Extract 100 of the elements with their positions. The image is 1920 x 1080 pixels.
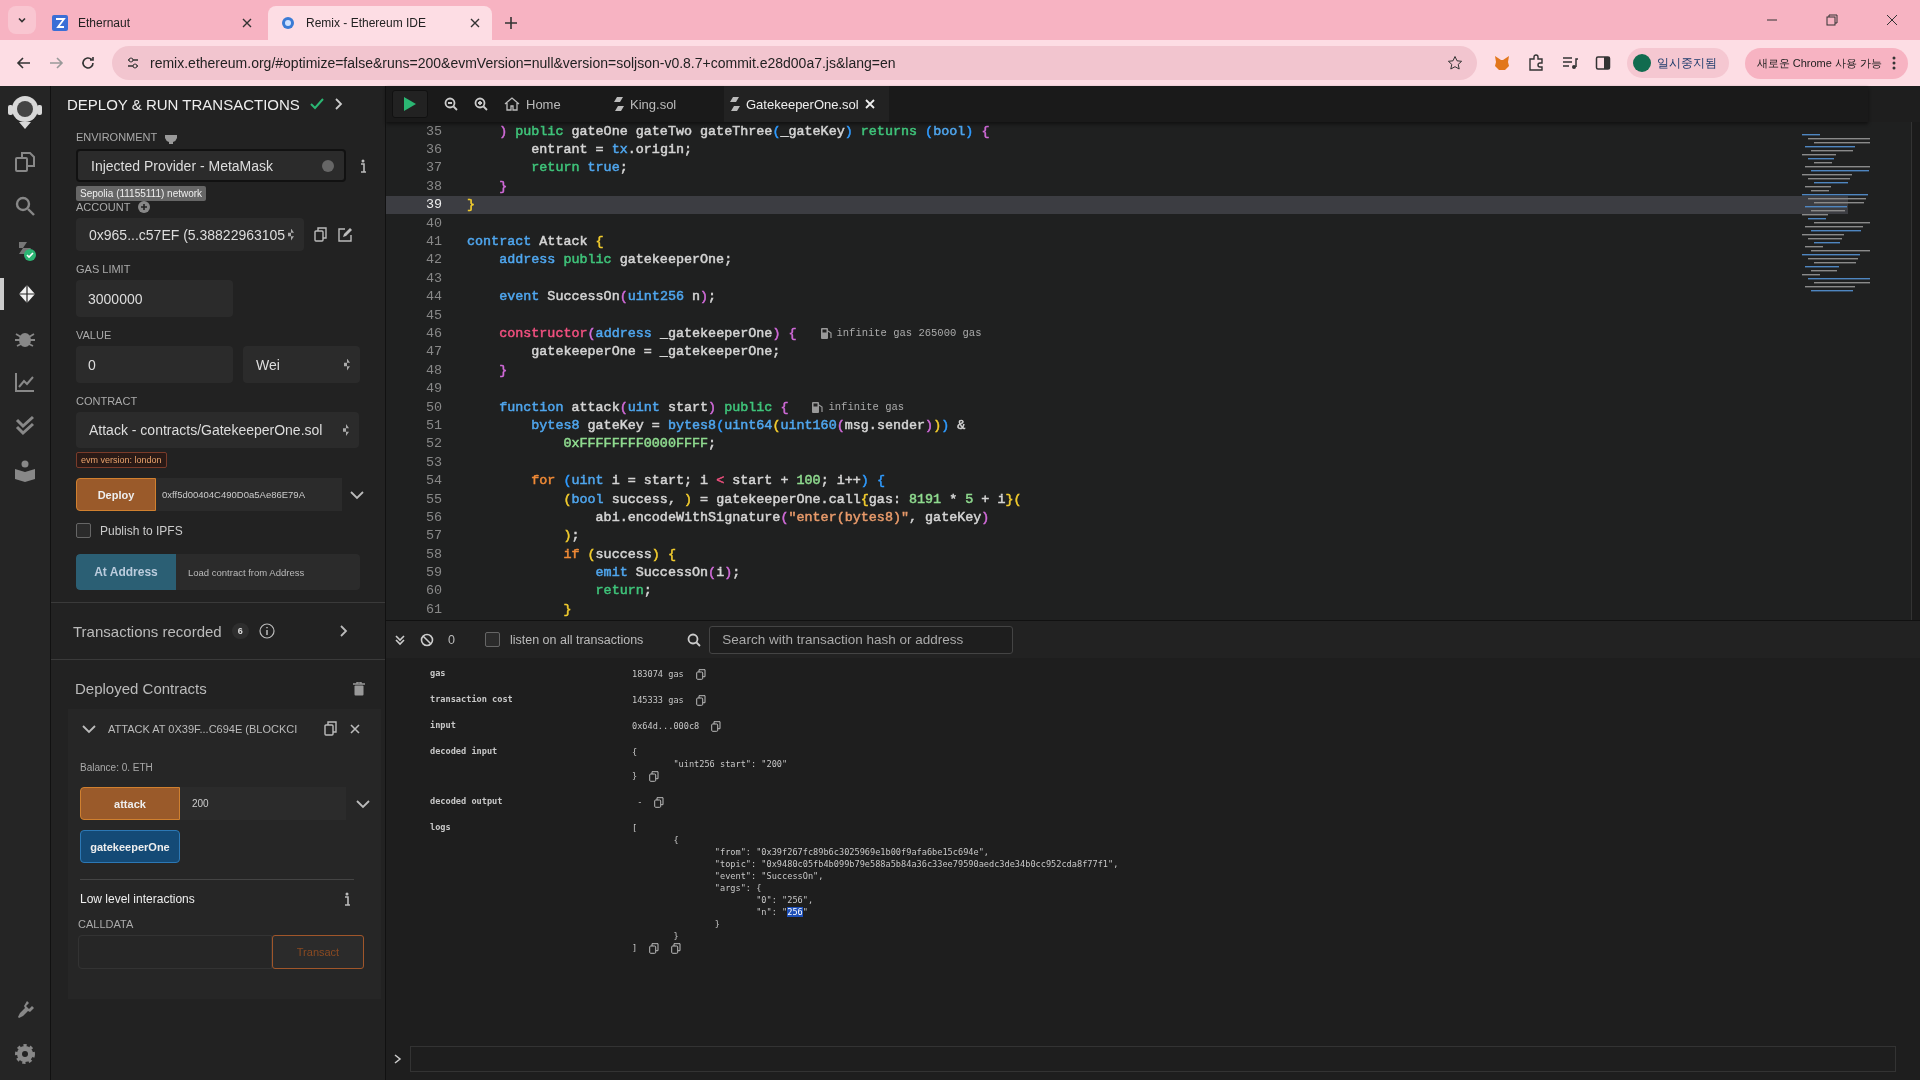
info-icon[interactable] xyxy=(258,623,275,639)
browser-tab[interactable]: Ethernaut xyxy=(40,6,264,40)
detail-value: "uint256 start": "200" xyxy=(672,759,788,769)
gas-limit-field[interactable]: 3000000 xyxy=(76,280,233,317)
chevron-down-icon[interactable] xyxy=(356,798,370,809)
line-number: 42 xyxy=(424,252,443,268)
section-title: Low level interactions xyxy=(80,892,195,906)
detail-key: transaction cost xyxy=(430,694,632,706)
line-number: 48 xyxy=(424,362,443,378)
field-label: ENVIRONMENT xyxy=(76,131,158,143)
line-number: 53 xyxy=(424,454,443,470)
zoom-out-icon[interactable] xyxy=(444,97,458,111)
value-field[interactable]: 0 xyxy=(76,346,233,383)
chevron-right-icon[interactable] xyxy=(333,98,344,110)
code-line: return true; xyxy=(530,160,628,176)
copy-icon[interactable] xyxy=(695,694,706,706)
copy-icon[interactable] xyxy=(695,668,706,680)
address-bar[interactable]: remix.ethereum.org/#optimize=false&runs=200&evmVersion=null&version=soljson-v0.8.7+commit.e28d00a7.js&lang=en xyxy=(112,46,1477,80)
contract-select[interactable]: Attack - contracts/GatekeeperOne.sol xyxy=(76,412,359,448)
line-number: 44 xyxy=(424,289,443,305)
copy-icon[interactable] xyxy=(654,796,665,808)
field-label: VALUE xyxy=(76,329,112,341)
chevron-down-icon[interactable] xyxy=(350,489,364,500)
chevron-right-icon[interactable] xyxy=(339,625,349,637)
site-settings-icon[interactable] xyxy=(126,56,140,70)
profile-button[interactable]: 일시중지됨 xyxy=(1626,48,1729,78)
line-number: 50 xyxy=(424,399,443,415)
gas-pump-icon xyxy=(820,327,832,340)
line-number: 59 xyxy=(424,565,443,581)
copy-icon[interactable] xyxy=(711,720,722,732)
browser-tab[interactable]: Remix - Ethereum IDE xyxy=(268,6,492,40)
checkbox[interactable] xyxy=(484,632,500,647)
restore-icon[interactable] xyxy=(1826,14,1838,26)
edit-icon[interactable] xyxy=(338,227,353,242)
line-number: 45 xyxy=(424,307,443,323)
line-number: 49 xyxy=(424,381,443,397)
line-number: 43 xyxy=(424,270,443,286)
code-line: event SuccessOn(uint256 n); xyxy=(498,289,717,305)
unit-select[interactable]: Wei xyxy=(243,346,360,383)
chevron-down-icon[interactable] xyxy=(82,723,96,734)
copy-icon[interactable] xyxy=(649,942,660,954)
account-select[interactable]: 0x965...c57EF (5.38822963105 xyxy=(76,218,304,251)
side-panel-icon[interactable] xyxy=(1594,55,1611,71)
environment-select[interactable]: Injected Provider - MetaMask xyxy=(76,149,346,182)
close-icon[interactable] xyxy=(1886,14,1898,26)
reload-icon[interactable] xyxy=(80,55,96,71)
line-number: 40 xyxy=(424,215,443,231)
constructor-args-field[interactable]: 0xff5d00404C490D0a5Ae86E79A xyxy=(156,478,342,511)
update-button[interactable]: 새로운 Chrome 사용 가능 xyxy=(1744,47,1908,79)
detail-value: { xyxy=(672,835,679,845)
transact-button[interactable]: attack xyxy=(80,787,180,820)
avatar-icon xyxy=(1632,54,1651,72)
editor-tab[interactable]: GatekeeperOne.sol xyxy=(724,86,889,122)
call-button[interactable]: gatekeeperOne xyxy=(80,830,180,863)
code-line: } xyxy=(498,178,508,194)
editor-tab[interactable]: Home xyxy=(504,86,598,122)
checkbox-label: listen on all transactions xyxy=(509,632,644,647)
argument-field[interactable]: 200 xyxy=(180,787,346,820)
detail-value: 0x64d...000c8 xyxy=(632,721,700,731)
extensions-icon[interactable] xyxy=(1526,54,1545,72)
close-icon[interactable] xyxy=(470,18,480,28)
copy-icon[interactable] xyxy=(649,770,660,782)
trash-icon[interactable] xyxy=(353,681,365,696)
checkbox[interactable] xyxy=(76,523,91,538)
bookmark-star-icon[interactable] xyxy=(1446,55,1463,71)
media-icon[interactable] xyxy=(1560,54,1579,72)
close-icon[interactable] xyxy=(242,18,252,28)
plus-circle-icon[interactable] xyxy=(138,201,151,213)
more-icon[interactable] xyxy=(1892,56,1896,70)
detail-value: "from": "0x39f267fc89b6c3025969e1b00f9afa6be15c694e", xyxy=(713,847,989,857)
at-address-button[interactable]: At Address xyxy=(76,554,176,590)
section-title: Deployed Contracts xyxy=(75,680,207,697)
at-address-control[interactable]: At Address Load contract from Address xyxy=(76,554,360,590)
scrollbar[interactable] xyxy=(1911,122,1920,620)
copy-icon[interactable] xyxy=(324,721,338,736)
clear-icon[interactable] xyxy=(420,632,434,647)
back-icon[interactable] xyxy=(16,55,32,71)
new-tab-icon[interactable] xyxy=(504,16,518,30)
line-number: 61 xyxy=(424,601,443,617)
code-line: ) public gateOne gateTwo gateThree(_gateKey) returns (bool) { xyxy=(498,123,990,139)
calldata-field[interactable] xyxy=(78,935,272,969)
pending-count: 0 xyxy=(448,632,455,647)
code-line: return; xyxy=(594,583,652,599)
close-icon[interactable] xyxy=(350,723,360,734)
editor-tab[interactable]: King.sol xyxy=(614,86,708,122)
copy-icon[interactable] xyxy=(314,227,328,242)
deploy-button[interactable]: Deploy xyxy=(76,478,156,511)
detail-value: } xyxy=(672,931,679,941)
copy-icon[interactable] xyxy=(671,942,682,954)
detail-key: logs xyxy=(430,822,632,954)
instance-title[interactable]: ATTACK AT 0X39F...C694E (BLOCKCI xyxy=(108,722,308,735)
zoom-in-icon[interactable] xyxy=(474,97,488,111)
detail-value: "args": { xyxy=(713,883,762,893)
code-line: entrant = tx.origin; xyxy=(530,142,693,158)
collapse-icon[interactable] xyxy=(394,633,406,646)
search-field[interactable]: Search with transaction hash or address xyxy=(709,625,1014,654)
panel-title: DEPLOY & RUN TRANSACTIONS xyxy=(67,95,300,113)
code-line: contract Attack { xyxy=(467,234,604,250)
play-icon[interactable] xyxy=(403,96,417,112)
detail-value: "0": "256", xyxy=(755,895,814,905)
